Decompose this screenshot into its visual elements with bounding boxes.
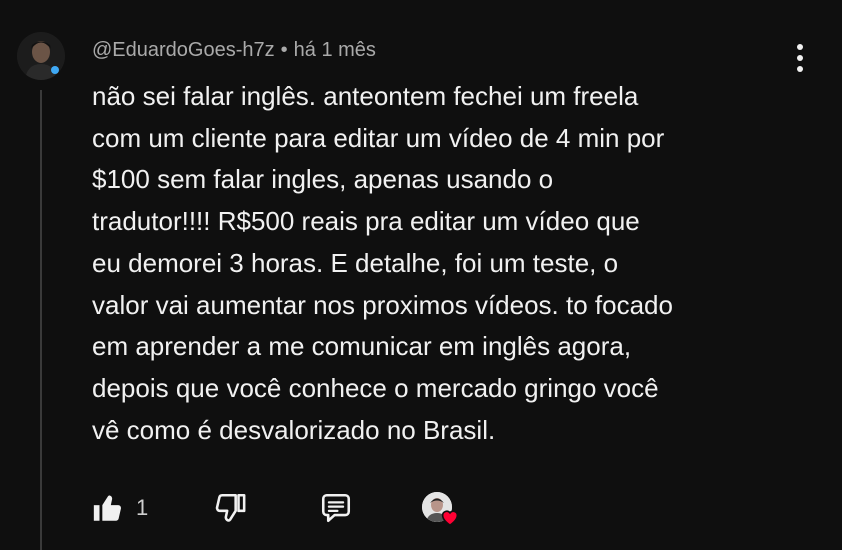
like-count: 1	[136, 495, 149, 520]
comment-text-line: em aprender a me comunicar em inglês ago…	[92, 331, 632, 362]
thread-line	[40, 90, 42, 550]
comment-text: não sei falar inglês. anteontem fechei u…	[92, 76, 812, 451]
author-name[interactable]: @EduardoGoes-h7z	[92, 39, 275, 61]
like-button[interactable]	[90, 488, 126, 528]
comment-header: @EduardoGoes-h7z • há 1 mês	[92, 36, 376, 64]
creator-heart-icon	[442, 510, 459, 526]
meta-separator: •	[280, 39, 288, 61]
author-avatar[interactable]	[17, 32, 65, 80]
thumbs-down-icon	[216, 493, 246, 522]
more-options-icon[interactable]	[788, 40, 812, 76]
reply-button[interactable]	[318, 488, 354, 528]
dislike-button[interactable]	[212, 488, 248, 528]
comment-text-line: eu demorei 3 horas. E detalhe, foi um te…	[92, 247, 619, 278]
comment-time[interactable]: há 1 mês	[294, 39, 376, 61]
comment-text-line: vê como é desvalorizado no Brasil.	[92, 414, 496, 445]
comment-text-line: depois que você conhece o mercado gringo…	[92, 372, 659, 403]
comment-text-line: $100 sem falar ingles, apenas usando o	[92, 164, 554, 195]
creator-heart-badge	[422, 488, 462, 528]
comment-card: @EduardoGoes-h7z • há 1 mês não sei falar …	[0, 0, 842, 550]
author-avatar-image	[17, 32, 65, 80]
comment-text-line: não sei falar inglês. anteontem fechei u…	[92, 81, 639, 111]
comment-text-line: valor vai aumentar nos proximos vídeos. …	[92, 289, 673, 320]
comment-text-line: tradutor!!!! R$500 reais pra editar um v…	[92, 206, 640, 237]
reply-icon	[322, 493, 351, 523]
comment-text-line: com um cliente para editar um vídeo de 4…	[92, 122, 665, 153]
comment-actions: 1	[90, 488, 462, 528]
thumbs-up-icon	[93, 495, 121, 521]
